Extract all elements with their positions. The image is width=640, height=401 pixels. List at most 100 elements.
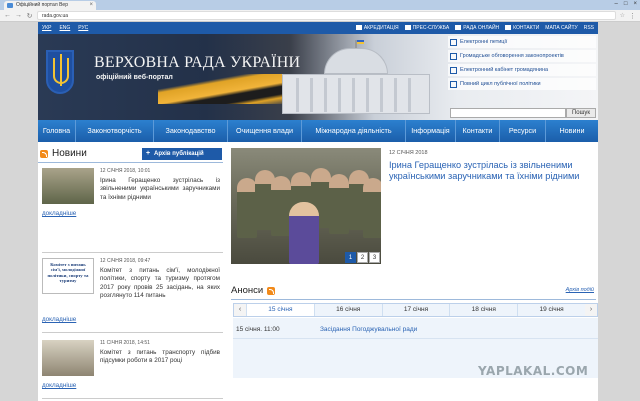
press-service-link[interactable]: ПРЕС-СЛУЖБА bbox=[404, 25, 449, 31]
news-date: 12 СІЧНЯ 2018, 09:47 bbox=[100, 258, 151, 264]
announcements-title: Анонси bbox=[231, 285, 264, 296]
news-more-link[interactable]: докладніше bbox=[42, 210, 76, 217]
lang-rus[interactable]: РУС bbox=[74, 25, 92, 31]
news-text[interactable]: Комітет з питань сім'ї, молодіжної політ… bbox=[100, 267, 220, 300]
archive-button[interactable]: Архів публікацій bbox=[142, 148, 222, 160]
quick-link-discussion[interactable]: Громадське обговорення законопроектів bbox=[448, 50, 596, 62]
news-date: 11 СІЧНЯ 2018, 14:51 bbox=[100, 340, 150, 346]
favicon-icon bbox=[7, 3, 13, 8]
rss-link[interactable]: RSS bbox=[584, 25, 594, 31]
petitions-icon bbox=[450, 38, 457, 46]
page-background-left bbox=[0, 22, 38, 401]
bookmark-star-icon[interactable]: ☆ bbox=[620, 12, 625, 19]
nav-legislation[interactable]: Законодавство bbox=[154, 120, 228, 142]
nav-resources[interactable]: Ресурси bbox=[500, 120, 546, 142]
quick-link-petitions[interactable]: Електронні петиції bbox=[448, 36, 596, 48]
back-icon[interactable]: ← bbox=[4, 12, 11, 19]
maximize-icon[interactable]: □ bbox=[624, 1, 628, 7]
featured-date: 12 СІЧНЯ 2018 bbox=[389, 150, 428, 156]
divider bbox=[42, 252, 223, 253]
browser-tabbar: Офіційний портал Вер × – □ × bbox=[0, 0, 640, 10]
news-thumbnail[interactable] bbox=[42, 340, 94, 376]
news-title: Новини bbox=[52, 148, 87, 159]
cabinet-icon bbox=[450, 66, 457, 74]
discussion-icon bbox=[450, 52, 457, 60]
announcements-header: Анонси Архів подій bbox=[231, 284, 598, 298]
contacts-link[interactable]: КОНТАКТИ bbox=[505, 25, 539, 31]
rss-icon[interactable] bbox=[267, 287, 275, 295]
news-more-link[interactable]: докладніше bbox=[42, 316, 76, 323]
close-window-icon[interactable]: × bbox=[633, 1, 637, 7]
divider bbox=[233, 338, 598, 339]
parliament-building-image bbox=[276, 40, 436, 118]
divider bbox=[231, 299, 596, 300]
quick-link-policy[interactable]: Повний цикл публічної політики bbox=[448, 78, 596, 90]
site-subtitle: офіційний веб-портал bbox=[96, 74, 173, 81]
press-icon bbox=[404, 25, 411, 31]
quick-link-cabinet[interactable]: Електронний кабінет громадянина bbox=[448, 64, 596, 76]
site-title[interactable]: ВЕРХОВНА РАДА УКРАЇНИ bbox=[94, 54, 300, 72]
divider bbox=[38, 162, 223, 163]
divider bbox=[42, 332, 223, 333]
featured-photo[interactable]: 1 2 3 bbox=[231, 148, 381, 264]
slider-pager: 1 2 3 bbox=[345, 252, 380, 263]
nav-news[interactable]: Новини bbox=[546, 120, 598, 142]
search-button[interactable]: Пошук bbox=[566, 108, 596, 118]
featured-headline[interactable]: Ірина Геращенко зустрілась із звільненим… bbox=[389, 160, 589, 182]
sitemap-link[interactable]: МАПА САЙТУ bbox=[545, 25, 577, 31]
date-tab[interactable]: 15 січня bbox=[246, 304, 314, 316]
date-tab[interactable]: 18 січня bbox=[449, 304, 517, 316]
next-arrow-icon[interactable]: › bbox=[584, 304, 597, 316]
featured-news: 1 2 3 12 СІЧНЯ 2018 Ірина Геращенко зуст… bbox=[231, 148, 598, 268]
event-link[interactable]: Засідання Погоджувальної ради bbox=[320, 326, 417, 333]
nav-international[interactable]: Міжнародна діяльність bbox=[302, 120, 406, 142]
forward-icon[interactable]: → bbox=[15, 12, 22, 19]
nav-information[interactable]: Інформація bbox=[406, 120, 456, 142]
address-bar-row: ← → ↻ rada.gov.ua ☆ ⋮ bbox=[0, 10, 640, 22]
contacts-icon bbox=[505, 25, 512, 31]
coat-of-arms-icon[interactable] bbox=[46, 50, 74, 94]
nav-lawmaking[interactable]: Законотворчість bbox=[76, 120, 154, 142]
date-tabs: ‹ 15 січня 16 січня 17 січня 18 січня 19… bbox=[233, 303, 598, 317]
news-thumbnail[interactable]: Комітет з питань сім'ї, молодіжної політ… bbox=[42, 258, 94, 294]
browser-tab[interactable]: Офіційний портал Вер × bbox=[4, 1, 96, 10]
main-nav: Головна Законотворчість Законодавство Оч… bbox=[38, 120, 598, 142]
slide-page-3[interactable]: 3 bbox=[369, 252, 380, 263]
lang-ukr[interactable]: УКР bbox=[38, 25, 55, 31]
close-tab-icon[interactable]: × bbox=[89, 1, 93, 10]
menu-icon[interactable]: ⋮ bbox=[629, 12, 636, 20]
nav-contacts[interactable]: Контакти bbox=[456, 120, 500, 142]
news-header: Новини Архів публікацій bbox=[38, 146, 223, 160]
prev-arrow-icon[interactable]: ‹ bbox=[234, 304, 246, 316]
page-background-right bbox=[598, 22, 640, 401]
news-thumbnail[interactable] bbox=[42, 168, 94, 204]
page: УКР ENG РУС АКРЕДИТАЦІЯ ПРЕС-СЛУЖБА РАДА… bbox=[38, 22, 598, 401]
rada-online-link[interactable]: РАДА ОНЛАЙН bbox=[455, 25, 499, 31]
thumbnail-text: Комітет з питань сім'ї, молодіжної політ… bbox=[47, 262, 89, 284]
event-time: 15 січня. 11:00 bbox=[236, 326, 280, 333]
date-tab[interactable]: 16 січня bbox=[313, 304, 382, 316]
date-tab[interactable]: 17 січня bbox=[381, 304, 450, 316]
rss-icon[interactable] bbox=[40, 150, 48, 158]
accreditation-link[interactable]: АКРЕДИТАЦІЯ bbox=[355, 25, 399, 31]
nav-home[interactable]: Головна bbox=[38, 120, 76, 142]
url-field[interactable]: rada.gov.ua bbox=[37, 11, 616, 20]
minimize-icon[interactable]: – bbox=[615, 1, 618, 7]
date-tab[interactable]: 19 січня bbox=[517, 304, 585, 316]
search-input[interactable] bbox=[450, 108, 566, 118]
top-links-bar: УКР ENG РУС АКРЕДИТАЦІЯ ПРЕС-СЛУЖБА РАДА… bbox=[38, 22, 598, 34]
accreditation-icon bbox=[355, 25, 362, 31]
news-text[interactable]: Ірина Геращенко зустрілась із звільненим… bbox=[100, 177, 220, 202]
tab-title: Офіційний портал Вер bbox=[16, 2, 68, 8]
nav-lustration[interactable]: Очищення влади bbox=[228, 120, 302, 142]
news-more-link[interactable]: докладніше bbox=[42, 382, 76, 389]
quick-links: Електронні петиції Громадське обговоренн… bbox=[448, 36, 596, 92]
reload-icon[interactable]: ↻ bbox=[26, 12, 33, 20]
lang-eng[interactable]: ENG bbox=[55, 25, 74, 31]
events-archive-link[interactable]: Архів подій bbox=[566, 287, 594, 293]
slide-page-2[interactable]: 2 bbox=[357, 252, 368, 263]
policy-icon bbox=[450, 80, 457, 88]
slide-page-1[interactable]: 1 bbox=[345, 252, 356, 263]
window-controls: – □ × bbox=[615, 1, 637, 7]
news-text[interactable]: Комітет з питань транспорту підбив підсу… bbox=[100, 349, 220, 366]
